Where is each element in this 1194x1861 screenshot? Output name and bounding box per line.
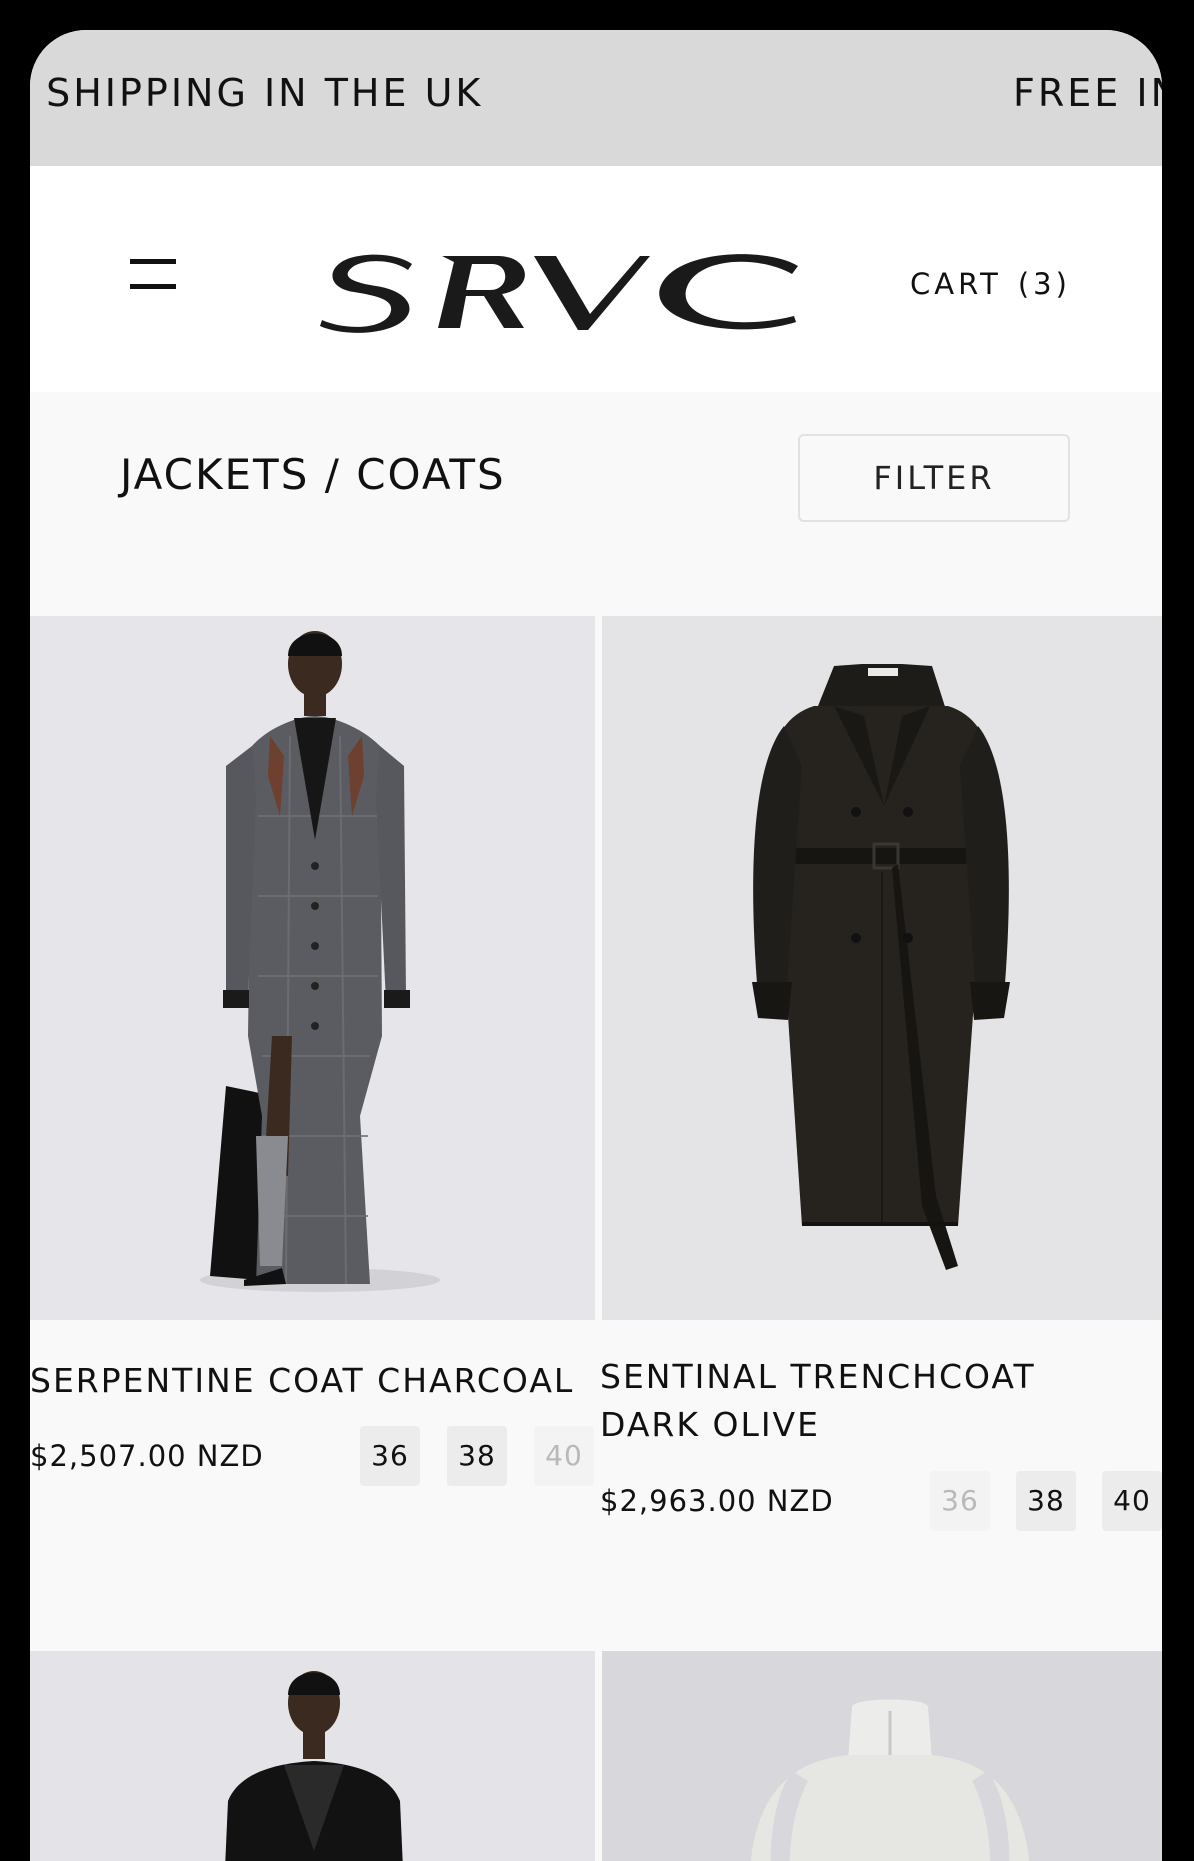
cart-link[interactable]: CART (3) [910, 270, 1071, 299]
product-name[interactable]: SENTINAL TRENCHCOAT DARK OLIVE [600, 1353, 1140, 1449]
product-image-sentinal-trenchcoat[interactable] [602, 616, 1162, 1320]
hamburger-menu-icon[interactable] [130, 250, 178, 298]
size-option[interactable]: 40 [1102, 1471, 1162, 1531]
announcement-text-repeat: FREE IN [1013, 71, 1162, 115]
size-option[interactable]: 38 [447, 1426, 507, 1486]
collection-bar: JACKETS / COATS FILTER [30, 392, 1162, 616]
site-header: CART (3) [30, 166, 1162, 392]
size-option[interactable]: 36 [360, 1426, 420, 1486]
product-image-fourth[interactable] [602, 1651, 1162, 1861]
announcement-text: E SHIPPING IN THE UK [30, 71, 484, 115]
size-option-unavailable: 36 [930, 1471, 990, 1531]
collection-title: JACKETS / COATS [120, 450, 506, 499]
announcement-bar: E SHIPPING IN THE UK FREE IN [30, 30, 1162, 166]
size-option-unavailable: 40 [534, 1426, 594, 1486]
brand-logo[interactable] [320, 248, 810, 338]
product-image-serpentine-coat[interactable] [30, 616, 595, 1320]
product-name[interactable]: SERPENTINE COAT CHARCOAL [30, 1357, 595, 1405]
cart-label: CART [910, 267, 1002, 301]
product-image-third[interactable] [30, 1651, 595, 1861]
product-price: $2,507.00 NZD [30, 1439, 264, 1473]
cart-count: (3) [1017, 267, 1071, 301]
product-price: $2,963.00 NZD [600, 1484, 834, 1518]
device-screen: E SHIPPING IN THE UK FREE IN CART (3) JAC… [30, 30, 1162, 1861]
size-option[interactable]: 38 [1016, 1471, 1076, 1531]
filter-button[interactable]: FILTER [798, 434, 1070, 522]
